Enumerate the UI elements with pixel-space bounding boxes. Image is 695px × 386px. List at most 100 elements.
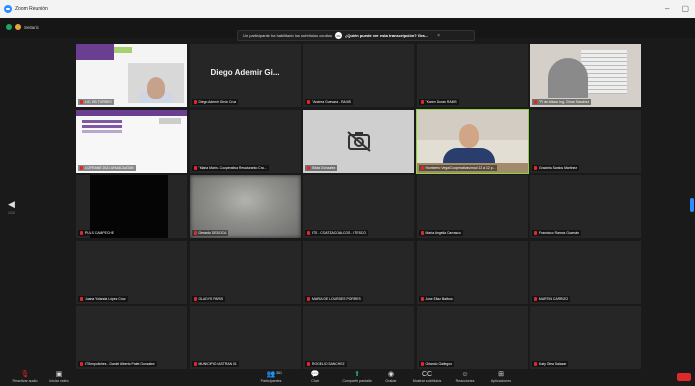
toolbar-button-chat[interactable]: 💬 Chat: [298, 370, 332, 383]
shield-icon: [6, 24, 12, 30]
toolbar-button-record[interactable]: ◉ Grabar: [374, 370, 408, 383]
toolbar-button-captions[interactable]: CC Mostrar subtítulos: [410, 370, 444, 383]
toolbar-button-apps[interactable]: ⊞ Aplicaciones: [484, 370, 518, 383]
participant-name-label: LIC. EB TORRES: [78, 99, 114, 105]
muted-microphone-icon: [534, 100, 537, 104]
participant-name-label: Humberto Vega/Cooperativas/mod 12 a 12 p…: [418, 164, 498, 171]
participant-name: "Maria Marin- Cooperativa Resaturanto Cr…: [198, 165, 267, 170]
participant-tile[interactable]: Francisco Ramos Guzmán: [530, 175, 641, 238]
minimize-button[interactable]: –: [665, 4, 669, 13]
toolbar-button-share-screen[interactable]: ⬆ Compartir pantalla: [340, 370, 374, 383]
participant-tile[interactable]: Gerardo DEDOCA: [189, 175, 301, 238]
toolbar-label: Chat: [311, 379, 319, 383]
participant-tile[interactable]: COFRANE 2021 AHUACAATAN: [76, 109, 187, 173]
participant-tile[interactable]: Silvia Gonzalez: [303, 109, 414, 173]
shared-slide-video: [76, 109, 187, 173]
participant-name: COFRANE 2021 AHUACAATAN: [85, 165, 134, 170]
participant-name-label: ROGELIO SANCHEZ: [305, 361, 347, 367]
toolbar-button-microphone[interactable]: 🎙 Reactivar audio: [8, 370, 42, 383]
participant-name: Jose Eliaz Balboa: [425, 296, 453, 301]
participant-tile[interactable]: "FI de Altoun Ing. Cíhan Sánchez: [530, 44, 641, 107]
muted-microphone-icon: [534, 362, 537, 366]
toolbar-button-participants[interactable]: 👥 361 Participantes: [254, 370, 288, 383]
page-indicator: 1/10: [8, 211, 15, 215]
participant-display-name: Diego Ademir Gi...: [210, 68, 280, 77]
participant-tile[interactable]: PULS CAMPECHE: [76, 175, 187, 238]
participant-name-label: PULS CAMPECHE: [78, 230, 117, 236]
participant-video: [189, 175, 301, 238]
participant-name-label: Orlando Gallegos: [418, 361, 454, 367]
toolbar-label: Compartir pantalla: [342, 379, 372, 383]
participant-name-label: "Karen Durán RAIIIS: [418, 99, 459, 105]
participant-tile[interactable]: ITS - COATZACOALCOS - ITESCO: [303, 175, 414, 238]
participant-name: LIC. EB TORRES: [85, 100, 112, 104]
participant-name-label: Juana Yolanda López Cruz: [78, 295, 128, 302]
participant-name-label: MUNICIPIO IASTRAN 01: [191, 361, 239, 367]
muted-microphone-icon: [193, 100, 197, 104]
muted-microphone-icon: [420, 231, 424, 235]
muted-microphone-icon: [307, 100, 310, 104]
muted-microphone-icon: [420, 362, 424, 366]
reactions-icon: ☺: [461, 371, 469, 378]
participant-tile[interactable]: Katy Olea Salazar: [530, 306, 641, 369]
record-icon: ◉: [387, 371, 395, 378]
participant-tile[interactable]: Maria Angelia Carrasco: [416, 175, 528, 238]
window-title: Zoom Reunión: [15, 6, 48, 12]
participant-tile[interactable]: Orlando Gallegos: [416, 306, 528, 369]
participant-tile[interactable]: MUNICIPIO IASTRAN 01: [189, 306, 301, 369]
muted-microphone-icon: [80, 362, 83, 366]
participant-tile[interactable]: "Andrea Guevara - RAIIIS: [303, 44, 414, 107]
toolbar-button-camera[interactable]: ▣ Iniciar video: [42, 370, 76, 383]
maximize-button[interactable]: ▢: [681, 4, 689, 13]
participant-name-label: "Andrea Guevara - RAIIIS: [305, 99, 353, 105]
participant-video: [530, 44, 641, 107]
participant-tile[interactable]: MARTIN CARRIZO: [530, 240, 641, 304]
participant-name: MARTIN CARRIZO: [539, 296, 569, 301]
participant-tile[interactable]: "Karen Durán RAIIIS: [416, 44, 528, 107]
previous-page-button[interactable]: ◀ 1/10: [8, 200, 15, 218]
participant-tile[interactable]: Jose Eliaz Balboa: [416, 240, 528, 304]
toolbar-label: Reacciones: [455, 379, 475, 383]
muted-microphone-icon: [534, 231, 537, 235]
participant-tile[interactable]: Humberto Vega/Cooperativas/mod 12 a 12 p…: [415, 108, 529, 174]
banner-question-link[interactable]: ¿Quién puede ver esta transcripción? Gra…: [345, 33, 428, 38]
info-icon: [15, 24, 21, 30]
participant-name-label: Graciela Santos Martinez: [532, 164, 580, 171]
toolbar-label: Mostrar subtítulos: [412, 379, 442, 383]
meeting-topbar: Seitaric Un participante ha habilitado l…: [0, 18, 695, 41]
participant-name-label: MARTIN CARRIZO: [532, 295, 571, 302]
participant-video: [90, 175, 168, 238]
participant-name: Silvia Gonzalez: [312, 165, 336, 170]
muted-microphone-icon: [307, 165, 310, 170]
participant-name-label: ITS - COATZACOALCOS - ITESCO: [305, 230, 369, 236]
next-page-button[interactable]: [690, 198, 694, 212]
toolbar-button-reactions[interactable]: ☺ Reacciones: [448, 370, 482, 383]
close-icon[interactable]: ×: [437, 33, 440, 39]
participant-name-label: Maria Angelia Carrasco: [418, 230, 463, 236]
captions-icon: CC: [421, 371, 433, 378]
toolbar-label: Participantes: [260, 379, 282, 383]
camera-icon: ▣: [55, 371, 63, 378]
participant-tile[interactable]: Graciela Santos Martinez: [530, 109, 641, 173]
muted-microphone-icon: [307, 296, 310, 301]
chevron-left-icon: ◀: [8, 199, 15, 209]
participant-name: ITSenpoliches - Daniel Alberto Patet Gon…: [85, 362, 155, 366]
participant-name: Maria Angelia Carrasco: [425, 231, 461, 235]
participant-tile[interactable]: ITSenpoliches - Daniel Alberto Patet Gon…: [76, 306, 187, 369]
participant-name: Orlando Gallegos: [425, 362, 452, 366]
participant-tile[interactable]: ROGELIO SANCHEZ: [303, 306, 414, 369]
end-meeting-button[interactable]: [677, 373, 691, 381]
toolbar-label: Reactivar audio: [12, 379, 38, 383]
participant-tile[interactable]: "Maria Marin- Cooperativa Resaturanto Cr…: [189, 109, 301, 173]
security-label: Seitaric: [24, 24, 40, 30]
participant-tile[interactable]: GLADYS PARIS: [189, 240, 301, 304]
participant-tile[interactable]: MARIA DE LOURDES PORRES: [303, 240, 414, 304]
participant-tile[interactable]: Juana Yolanda López Cruz: [76, 240, 187, 304]
participant-tile[interactable]: Diego Ademir Gi... Diego Ademir Girón Cru…: [189, 44, 301, 107]
security-indicator[interactable]: Seitaric: [6, 24, 39, 30]
participant-name-label: "Maria Marin- Cooperativa Resaturanto Cr…: [191, 164, 269, 171]
participant-name-label: Francisco Ramos Guzmán: [532, 230, 582, 236]
participant-tile[interactable]: LIC. EB TORRES: [76, 44, 187, 107]
participant-count: 361: [276, 371, 282, 375]
microphone-icon: 🎙: [20, 371, 30, 378]
